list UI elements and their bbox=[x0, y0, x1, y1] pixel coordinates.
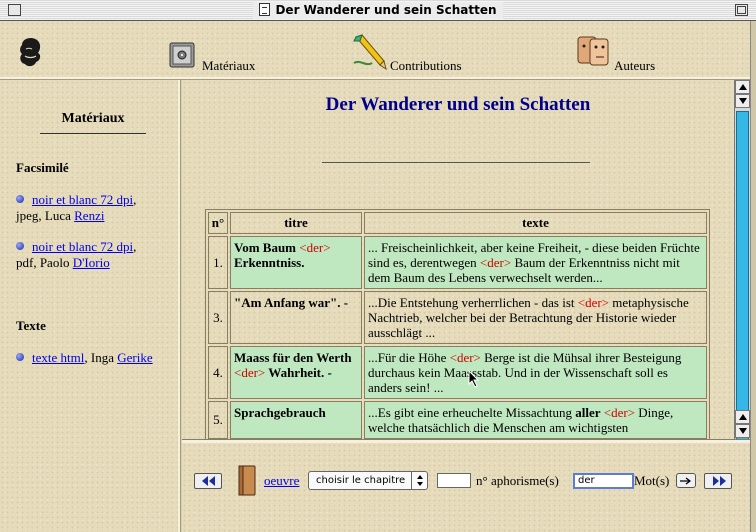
window-title-bar[interactable]: Der Wanderer und sein Schatten bbox=[0, 0, 756, 21]
window-frame bbox=[750, 21, 756, 532]
oeuvre-link[interactable]: oeuvre bbox=[264, 473, 299, 489]
previous-button[interactable] bbox=[194, 473, 222, 489]
row-title[interactable]: "Am Anfang war". - bbox=[230, 291, 362, 344]
row-title[interactable]: Vom Baum <der> Erkenntniss. bbox=[230, 236, 362, 289]
row-text[interactable]: ...Die Entstehung verherrlichen - das is… bbox=[364, 291, 707, 344]
list-item: texte html, Inga Gerike bbox=[16, 350, 176, 366]
row-number: 5. bbox=[208, 401, 228, 439]
link-noir-et-blanc-pdf[interactable]: noir et blanc 72 dpi bbox=[32, 239, 133, 254]
mouse-cursor-icon bbox=[468, 370, 480, 388]
double-arrow-left-icon bbox=[202, 476, 215, 486]
title-divider bbox=[322, 162, 590, 163]
row-text[interactable]: ...Es gibt eine erheuchelte Missachtung … bbox=[364, 401, 707, 439]
main-content: Der Wanderer und sein Schatten n° titre … bbox=[182, 80, 734, 440]
word-search-input[interactable]: der bbox=[573, 473, 634, 489]
section-heading-facsimile: Facsimilé bbox=[16, 160, 69, 175]
row-number: 3. bbox=[208, 291, 228, 344]
table-row[interactable]: 3. "Am Anfang war". - ...Die Entstehung … bbox=[208, 291, 707, 344]
arrow-up-icon bbox=[739, 84, 747, 90]
bullet-icon bbox=[16, 195, 24, 203]
bottom-toolbar: oeuvre choisir le chapitre n° aphorisme(… bbox=[182, 439, 756, 532]
nav-contributions[interactable]: Contributions bbox=[352, 33, 472, 77]
vertical-scrollbar[interactable] bbox=[734, 80, 750, 441]
arrow-down-icon bbox=[739, 428, 747, 434]
list-item: noir et blanc 72 dpi, jpeg, Luca Renzi bbox=[16, 192, 137, 223]
link-noir-et-blanc-jpeg[interactable]: noir et blanc 72 dpi bbox=[32, 192, 133, 207]
scroll-up-button[interactable] bbox=[735, 80, 750, 94]
results-table: n° titre texte 1. Vom Baum <der> Erkennt… bbox=[205, 209, 710, 440]
sidebar: Matériaux Facsimilé noir et blanc 72 dpi… bbox=[0, 80, 181, 532]
aphorism-label: n° aphorisme(s) bbox=[476, 473, 559, 488]
pencil-icon bbox=[353, 34, 387, 71]
arrow-up-icon bbox=[739, 414, 747, 420]
book-icon[interactable] bbox=[236, 465, 258, 497]
list-item: noir et blanc 72 dpi, pdf, Paolo D'Iorio bbox=[16, 239, 137, 270]
nav-contributions-label: Contributions bbox=[390, 58, 462, 73]
top-navigation: Matériaux Contributions Auteurs bbox=[0, 21, 756, 80]
table-row[interactable]: 1. Vom Baum <der> Erkenntniss. ... Freis… bbox=[208, 236, 707, 289]
column-header-titre: titre bbox=[230, 212, 362, 234]
next-button[interactable] bbox=[704, 473, 732, 489]
select-arrows-icon bbox=[411, 472, 427, 489]
table-row[interactable]: 5. Sprachgebrauch ...Es gibt eine erheuc… bbox=[208, 401, 707, 439]
double-arrow-right-icon bbox=[713, 476, 726, 486]
sidebar-title: Matériaux bbox=[40, 111, 146, 134]
safe-icon bbox=[169, 42, 195, 68]
nav-materiaux-label: Matériaux bbox=[202, 58, 256, 73]
scroll-up-button-bottom[interactable] bbox=[735, 410, 750, 424]
row-title[interactable]: Maass für den Werth <der> Wahrheit. - bbox=[230, 346, 362, 399]
scroll-down-button[interactable] bbox=[735, 424, 750, 438]
document-icon bbox=[259, 3, 271, 16]
row-title[interactable]: Sprachgebrauch bbox=[230, 401, 362, 439]
column-header-texte: texte bbox=[364, 212, 707, 234]
row-text[interactable]: ... Freischeinlichkeit, aber keine Freih… bbox=[364, 236, 707, 289]
page-title: Der Wanderer und sein Schatten bbox=[325, 94, 591, 115]
scroll-thumb[interactable] bbox=[736, 111, 749, 441]
zoom-box[interactable] bbox=[735, 4, 748, 16]
search-go-button[interactable] bbox=[676, 473, 696, 488]
bullet-icon bbox=[16, 353, 24, 361]
column-header-num: n° bbox=[208, 212, 228, 234]
aphorism-number-input[interactable] bbox=[437, 473, 471, 488]
faces-icon bbox=[577, 36, 609, 66]
chapter-select[interactable]: choisir le chapitre bbox=[308, 471, 428, 490]
section-heading-texte: Texte bbox=[16, 318, 46, 333]
arrow-down-icon bbox=[739, 98, 747, 104]
row-text[interactable]: ...Für die Höhe <der> Berge ist die Mühs… bbox=[364, 346, 707, 399]
nietzsche-portrait-icon[interactable] bbox=[16, 35, 44, 69]
nav-auteurs[interactable]: Auteurs bbox=[576, 33, 676, 77]
bullet-icon bbox=[16, 242, 24, 250]
row-number: 1. bbox=[208, 236, 228, 289]
arrow-right-icon bbox=[680, 477, 691, 485]
nav-auteurs-label: Auteurs bbox=[614, 58, 656, 73]
link-gerike[interactable]: Gerike bbox=[117, 350, 152, 365]
nav-materiaux[interactable]: Matériaux bbox=[166, 33, 266, 77]
link-diorio[interactable]: D'Iorio bbox=[73, 255, 110, 270]
link-renzi[interactable]: Renzi bbox=[74, 208, 104, 223]
word-label: Mot(s) bbox=[634, 473, 670, 488]
row-number: 4. bbox=[208, 346, 228, 399]
link-texte-html[interactable]: texte html bbox=[32, 350, 84, 365]
scroll-down-button-top[interactable] bbox=[735, 94, 750, 108]
table-row[interactable]: 4. Maass für den Werth <der> Wahrheit. -… bbox=[208, 346, 707, 399]
window-title: Der Wanderer und sein Schatten bbox=[275, 3, 497, 17]
